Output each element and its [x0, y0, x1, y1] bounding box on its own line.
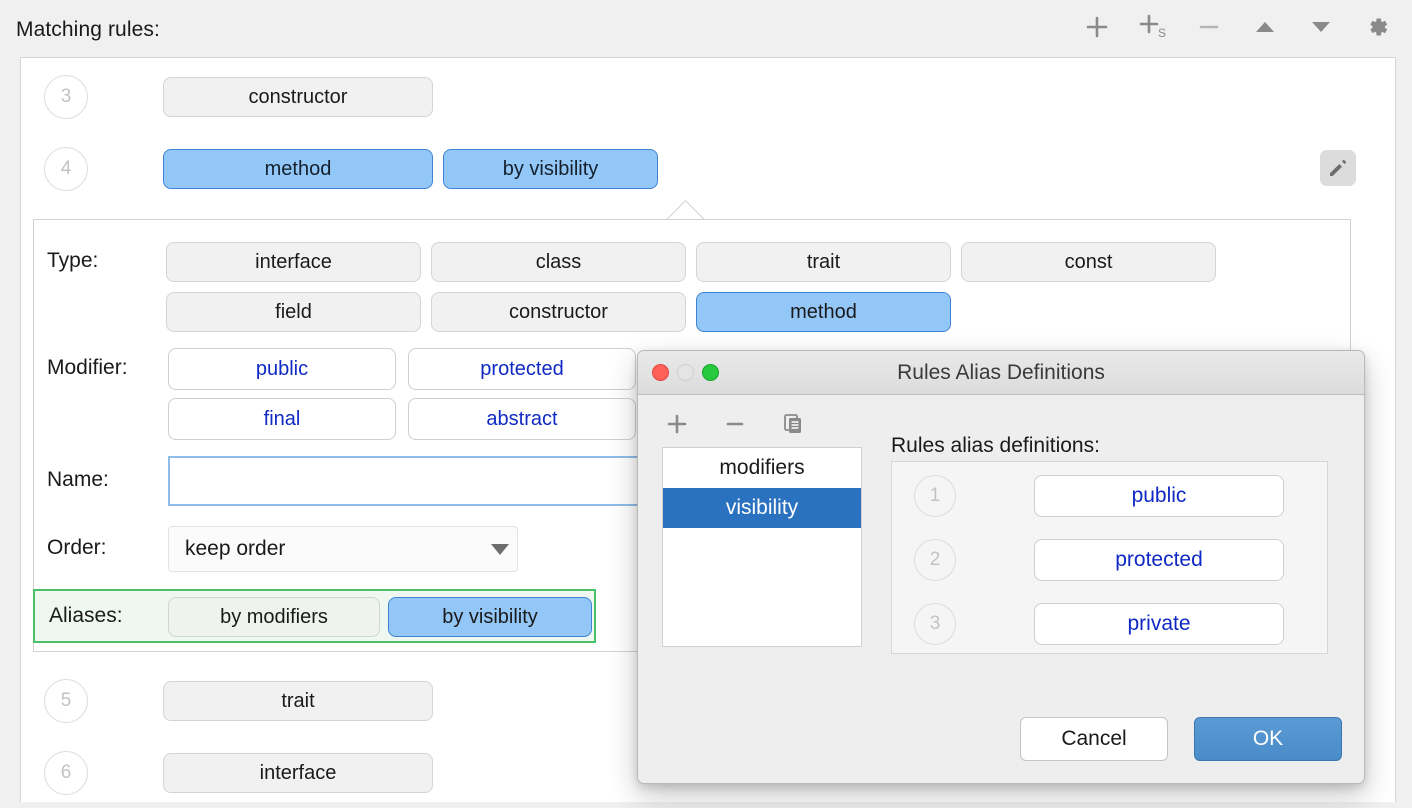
- close-button[interactable]: [652, 364, 669, 381]
- move-down-icon[interactable]: [1304, 10, 1338, 44]
- modifier-label: Modifier:: [47, 356, 128, 380]
- ok-button[interactable]: OK: [1194, 717, 1342, 761]
- type-option-trait[interactable]: trait: [696, 242, 951, 282]
- type-label: Type:: [47, 249, 98, 273]
- window-controls: [652, 364, 719, 381]
- table-row[interactable]: 4 method by visibility: [21, 133, 1395, 205]
- page-title: Matching rules:: [16, 18, 160, 42]
- rule-number: 5: [44, 679, 88, 723]
- definition-number: 2: [914, 539, 956, 581]
- pencil-icon: [1326, 156, 1350, 180]
- settings-gear-icon[interactable]: [1360, 10, 1394, 44]
- alias-list-item-visibility[interactable]: visibility: [663, 488, 861, 528]
- type-option-method[interactable]: method: [696, 292, 951, 332]
- maximize-button[interactable]: [702, 364, 719, 381]
- type-option-class[interactable]: class: [431, 242, 686, 282]
- definitions-list: 1 public 2 protected 3 private: [891, 461, 1328, 654]
- type-field-row: Type: interface class trait const: [34, 241, 1350, 283]
- edit-rule-button[interactable]: [1320, 150, 1356, 186]
- dialog-toolbar: [662, 409, 808, 439]
- list-item[interactable]: 1 public: [892, 464, 1327, 528]
- definition-chip[interactable]: protected: [1034, 539, 1284, 581]
- name-label: Name:: [47, 468, 109, 492]
- minimize-button[interactable]: [677, 364, 694, 381]
- chevron-down-icon: [491, 544, 509, 555]
- rule-number: 4: [44, 147, 88, 191]
- order-label: Order:: [47, 536, 107, 560]
- list-item[interactable]: 3 private: [892, 592, 1327, 656]
- dialog-titlebar: Rules Alias Definitions: [638, 351, 1364, 395]
- add-rule-icon[interactable]: [1080, 10, 1114, 44]
- rule-type-chip[interactable]: trait: [163, 681, 433, 721]
- list-item[interactable]: 2 protected: [892, 528, 1327, 592]
- rules-alias-definitions-dialog: Rules Alias Definitions modifiers visibi…: [637, 350, 1365, 784]
- definition-number: 3: [914, 603, 956, 645]
- definition-number: 1: [914, 475, 956, 517]
- definitions-label: Rules alias definitions:: [891, 434, 1100, 458]
- modifier-option-final[interactable]: final: [168, 398, 396, 440]
- rule-number: 6: [44, 751, 88, 795]
- rule-type-chip[interactable]: method: [163, 149, 433, 189]
- definition-chip[interactable]: private: [1034, 603, 1284, 645]
- type-field-row-2: field constructor method: [34, 291, 1350, 333]
- rule-type-chip[interactable]: interface: [163, 753, 433, 793]
- cancel-button[interactable]: Cancel: [1020, 717, 1168, 761]
- type-option-interface[interactable]: interface: [166, 242, 421, 282]
- add-section-icon[interactable]: S: [1136, 10, 1170, 44]
- dialog-title: Rules Alias Definitions: [638, 361, 1364, 385]
- aliases-label: Aliases:: [49, 604, 123, 628]
- dialog-buttons: Cancel OK: [1020, 717, 1342, 761]
- alias-list[interactable]: modifiers visibility: [662, 447, 862, 647]
- rules-toolbar: S: [1080, 10, 1394, 44]
- rule-number: 3: [44, 75, 88, 119]
- order-dropdown-value: keep order: [185, 537, 285, 561]
- type-option-const[interactable]: const: [961, 242, 1216, 282]
- rules-editor-screen: Matching rules: S: [0, 0, 1412, 808]
- remove-alias-icon[interactable]: [720, 409, 750, 439]
- remove-rule-icon[interactable]: [1192, 10, 1226, 44]
- aliases-highlight: Aliases: by modifiers by visibility: [33, 589, 596, 643]
- svg-text:S: S: [1158, 26, 1166, 40]
- modifier-option-public[interactable]: public: [168, 348, 396, 390]
- alias-option-by-visibility[interactable]: by visibility: [388, 597, 592, 637]
- modifier-option-protected[interactable]: protected: [408, 348, 636, 390]
- rule-type-chip[interactable]: constructor: [163, 77, 433, 117]
- rule-alias-chip[interactable]: by visibility: [443, 149, 658, 189]
- move-up-icon[interactable]: [1248, 10, 1282, 44]
- table-row[interactable]: 3 constructor: [21, 61, 1395, 133]
- modifier-option-abstract[interactable]: abstract: [408, 398, 636, 440]
- alias-list-item-modifiers[interactable]: modifiers: [663, 448, 861, 488]
- definition-chip[interactable]: public: [1034, 475, 1284, 517]
- callout-arrow: [664, 200, 706, 220]
- add-alias-icon[interactable]: [662, 409, 692, 439]
- type-option-field[interactable]: field: [166, 292, 421, 332]
- alias-option-by-modifiers[interactable]: by modifiers: [168, 597, 380, 637]
- copy-alias-icon[interactable]: [778, 409, 808, 439]
- order-dropdown[interactable]: keep order: [168, 526, 518, 572]
- type-option-constructor[interactable]: constructor: [431, 292, 686, 332]
